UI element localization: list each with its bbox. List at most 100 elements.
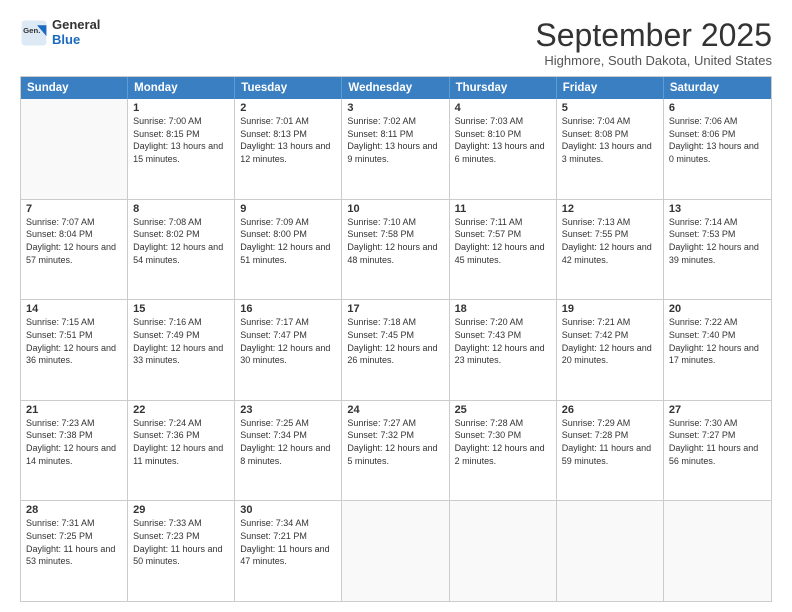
cell-info: Sunrise: 7:08 AM Sunset: 8:02 PM Dayligh… xyxy=(133,216,229,266)
calendar-row-5: 28Sunrise: 7:31 AM Sunset: 7:25 PM Dayli… xyxy=(21,500,771,601)
location: Highmore, South Dakota, United States xyxy=(535,53,772,68)
cal-cell-4-5: 25Sunrise: 7:28 AM Sunset: 7:30 PM Dayli… xyxy=(450,401,557,501)
header-tuesday: Tuesday xyxy=(235,77,342,99)
calendar-row-2: 7Sunrise: 7:07 AM Sunset: 8:04 PM Daylig… xyxy=(21,199,771,300)
cal-cell-1-1 xyxy=(21,99,128,199)
cell-info: Sunrise: 7:33 AM Sunset: 7:23 PM Dayligh… xyxy=(133,517,229,567)
cal-cell-2-2: 8Sunrise: 7:08 AM Sunset: 8:02 PM Daylig… xyxy=(128,200,235,300)
cell-info: Sunrise: 7:25 AM Sunset: 7:34 PM Dayligh… xyxy=(240,417,336,467)
cell-info: Sunrise: 7:13 AM Sunset: 7:55 PM Dayligh… xyxy=(562,216,658,266)
day-number: 6 xyxy=(669,102,766,114)
day-number: 27 xyxy=(669,404,766,416)
day-number: 2 xyxy=(240,102,336,114)
cal-cell-1-4: 3Sunrise: 7:02 AM Sunset: 8:11 PM Daylig… xyxy=(342,99,449,199)
day-number: 20 xyxy=(669,303,766,315)
day-number: 10 xyxy=(347,203,443,215)
cell-info: Sunrise: 7:01 AM Sunset: 8:13 PM Dayligh… xyxy=(240,115,336,165)
day-number: 23 xyxy=(240,404,336,416)
cal-cell-5-7 xyxy=(664,501,771,601)
day-number: 21 xyxy=(26,404,122,416)
header-sunday: Sunday xyxy=(21,77,128,99)
cal-cell-1-5: 4Sunrise: 7:03 AM Sunset: 8:10 PM Daylig… xyxy=(450,99,557,199)
title-block: September 2025 Highmore, South Dakota, U… xyxy=(535,18,772,68)
cal-cell-4-6: 26Sunrise: 7:29 AM Sunset: 7:28 PM Dayli… xyxy=(557,401,664,501)
cal-cell-3-4: 17Sunrise: 7:18 AM Sunset: 7:45 PM Dayli… xyxy=(342,300,449,400)
day-number: 15 xyxy=(133,303,229,315)
cal-cell-4-3: 23Sunrise: 7:25 AM Sunset: 7:34 PM Dayli… xyxy=(235,401,342,501)
cal-cell-5-6 xyxy=(557,501,664,601)
day-number: 4 xyxy=(455,102,551,114)
cal-cell-5-5 xyxy=(450,501,557,601)
cal-cell-4-4: 24Sunrise: 7:27 AM Sunset: 7:32 PM Dayli… xyxy=(342,401,449,501)
svg-text:Gen.: Gen. xyxy=(23,26,40,35)
cell-info: Sunrise: 7:16 AM Sunset: 7:49 PM Dayligh… xyxy=(133,316,229,366)
header-saturday: Saturday xyxy=(664,77,771,99)
day-number: 9 xyxy=(240,203,336,215)
cell-info: Sunrise: 7:17 AM Sunset: 7:47 PM Dayligh… xyxy=(240,316,336,366)
day-number: 22 xyxy=(133,404,229,416)
cal-cell-4-7: 27Sunrise: 7:30 AM Sunset: 7:27 PM Dayli… xyxy=(664,401,771,501)
cal-cell-3-3: 16Sunrise: 7:17 AM Sunset: 7:47 PM Dayli… xyxy=(235,300,342,400)
cell-info: Sunrise: 7:07 AM Sunset: 8:04 PM Dayligh… xyxy=(26,216,122,266)
cell-info: Sunrise: 7:24 AM Sunset: 7:36 PM Dayligh… xyxy=(133,417,229,467)
cal-cell-5-1: 28Sunrise: 7:31 AM Sunset: 7:25 PM Dayli… xyxy=(21,501,128,601)
cell-info: Sunrise: 7:02 AM Sunset: 8:11 PM Dayligh… xyxy=(347,115,443,165)
calendar-row-4: 21Sunrise: 7:23 AM Sunset: 7:38 PM Dayli… xyxy=(21,400,771,501)
cell-info: Sunrise: 7:10 AM Sunset: 7:58 PM Dayligh… xyxy=(347,216,443,266)
cell-info: Sunrise: 7:06 AM Sunset: 8:06 PM Dayligh… xyxy=(669,115,766,165)
cell-info: Sunrise: 7:11 AM Sunset: 7:57 PM Dayligh… xyxy=(455,216,551,266)
day-number: 14 xyxy=(26,303,122,315)
header-friday: Friday xyxy=(557,77,664,99)
cal-cell-2-6: 12Sunrise: 7:13 AM Sunset: 7:55 PM Dayli… xyxy=(557,200,664,300)
day-number: 5 xyxy=(562,102,658,114)
cal-cell-4-1: 21Sunrise: 7:23 AM Sunset: 7:38 PM Dayli… xyxy=(21,401,128,501)
day-number: 19 xyxy=(562,303,658,315)
day-number: 11 xyxy=(455,203,551,215)
day-number: 24 xyxy=(347,404,443,416)
day-number: 17 xyxy=(347,303,443,315)
calendar-row-1: 1Sunrise: 7:00 AM Sunset: 8:15 PM Daylig… xyxy=(21,99,771,199)
day-number: 26 xyxy=(562,404,658,416)
day-number: 16 xyxy=(240,303,336,315)
day-number: 8 xyxy=(133,203,229,215)
month-title: September 2025 xyxy=(535,18,772,53)
logo: Gen. General Blue xyxy=(20,18,100,48)
day-number: 18 xyxy=(455,303,551,315)
cal-cell-2-7: 13Sunrise: 7:14 AM Sunset: 7:53 PM Dayli… xyxy=(664,200,771,300)
day-number: 12 xyxy=(562,203,658,215)
logo-blue: Blue xyxy=(52,33,100,48)
cal-cell-5-3: 30Sunrise: 7:34 AM Sunset: 7:21 PM Dayli… xyxy=(235,501,342,601)
cal-cell-2-4: 10Sunrise: 7:10 AM Sunset: 7:58 PM Dayli… xyxy=(342,200,449,300)
logo-icon: Gen. xyxy=(20,19,48,47)
header-monday: Monday xyxy=(128,77,235,99)
cell-info: Sunrise: 7:04 AM Sunset: 8:08 PM Dayligh… xyxy=(562,115,658,165)
day-number: 13 xyxy=(669,203,766,215)
cal-cell-3-6: 19Sunrise: 7:21 AM Sunset: 7:42 PM Dayli… xyxy=(557,300,664,400)
cell-info: Sunrise: 7:23 AM Sunset: 7:38 PM Dayligh… xyxy=(26,417,122,467)
cell-info: Sunrise: 7:18 AM Sunset: 7:45 PM Dayligh… xyxy=(347,316,443,366)
cell-info: Sunrise: 7:14 AM Sunset: 7:53 PM Dayligh… xyxy=(669,216,766,266)
cell-info: Sunrise: 7:09 AM Sunset: 8:00 PM Dayligh… xyxy=(240,216,336,266)
cal-cell-5-4 xyxy=(342,501,449,601)
cell-info: Sunrise: 7:29 AM Sunset: 7:28 PM Dayligh… xyxy=(562,417,658,467)
cal-cell-1-7: 6Sunrise: 7:06 AM Sunset: 8:06 PM Daylig… xyxy=(664,99,771,199)
header-wednesday: Wednesday xyxy=(342,77,449,99)
cal-cell-3-5: 18Sunrise: 7:20 AM Sunset: 7:43 PM Dayli… xyxy=(450,300,557,400)
day-number: 30 xyxy=(240,504,336,516)
cal-cell-1-2: 1Sunrise: 7:00 AM Sunset: 8:15 PM Daylig… xyxy=(128,99,235,199)
day-number: 7 xyxy=(26,203,122,215)
calendar-row-3: 14Sunrise: 7:15 AM Sunset: 7:51 PM Dayli… xyxy=(21,299,771,400)
cell-info: Sunrise: 7:20 AM Sunset: 7:43 PM Dayligh… xyxy=(455,316,551,366)
day-number: 3 xyxy=(347,102,443,114)
cal-cell-2-5: 11Sunrise: 7:11 AM Sunset: 7:57 PM Dayli… xyxy=(450,200,557,300)
cell-info: Sunrise: 7:28 AM Sunset: 7:30 PM Dayligh… xyxy=(455,417,551,467)
calendar: Sunday Monday Tuesday Wednesday Thursday… xyxy=(20,76,772,602)
cell-info: Sunrise: 7:27 AM Sunset: 7:32 PM Dayligh… xyxy=(347,417,443,467)
cell-info: Sunrise: 7:34 AM Sunset: 7:21 PM Dayligh… xyxy=(240,517,336,567)
cal-cell-5-2: 29Sunrise: 7:33 AM Sunset: 7:23 PM Dayli… xyxy=(128,501,235,601)
day-number: 1 xyxy=(133,102,229,114)
logo-general: General xyxy=(52,18,100,33)
header-thursday: Thursday xyxy=(450,77,557,99)
cal-cell-2-3: 9Sunrise: 7:09 AM Sunset: 8:00 PM Daylig… xyxy=(235,200,342,300)
cell-info: Sunrise: 7:22 AM Sunset: 7:40 PM Dayligh… xyxy=(669,316,766,366)
